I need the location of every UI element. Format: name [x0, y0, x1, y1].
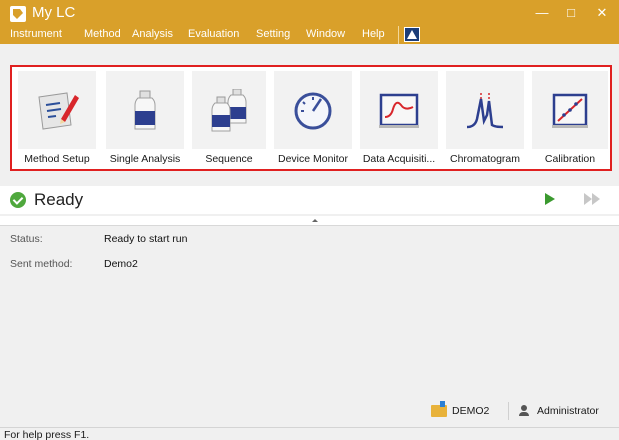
user-icon	[518, 405, 530, 417]
single-analysis-button[interactable]: Single Analysis	[102, 67, 188, 169]
info-bar: DEMO2 Administrator	[0, 398, 619, 426]
tool-label: Method Setup	[24, 153, 90, 165]
title-row: My LC — □ ✕	[0, 0, 619, 24]
tool-tile	[274, 71, 352, 149]
data-acquisition-icon	[379, 93, 419, 128]
tool-tile	[532, 71, 608, 149]
project-name[interactable]: DEMO2	[452, 405, 489, 417]
menu-divider	[398, 26, 399, 44]
chromatogram-button[interactable]: Chromatogram	[442, 67, 528, 169]
single-analysis-icon	[134, 90, 156, 130]
sequence-icon	[211, 89, 247, 132]
status-label: Status:	[10, 233, 43, 245]
start-run-button[interactable]	[545, 193, 555, 205]
tool-tile	[18, 71, 96, 149]
sent-method-label: Sent method:	[10, 258, 73, 270]
menu-setting[interactable]: Setting	[256, 27, 290, 41]
check-circle-icon	[10, 192, 26, 208]
brand-logo-icon[interactable]	[404, 27, 420, 42]
tool-label: Device Monitor	[277, 153, 349, 165]
method-setup-icon	[38, 92, 79, 130]
launcher-toolbar: Method Setup Single Analysis Sequence De…	[10, 65, 612, 171]
maximize-button[interactable]: □	[557, 4, 585, 22]
fast-forward-button[interactable]	[584, 193, 602, 205]
user-name[interactable]: Administrator	[537, 405, 599, 417]
info-divider	[508, 402, 509, 420]
tool-label: Calibration	[544, 153, 596, 165]
status-value: Ready to start run	[104, 233, 188, 245]
app-logo-icon	[10, 6, 26, 22]
tool-tile	[360, 71, 438, 149]
data-acquisition-button[interactable]: Data Acquisiti...	[356, 67, 442, 169]
sent-method-value: Demo2	[104, 258, 138, 270]
window-title: My LC	[32, 4, 76, 21]
tool-tile	[106, 71, 184, 149]
tool-label: Chromatogram	[449, 153, 521, 165]
calibration-icon	[552, 93, 588, 128]
chromatogram-icon	[466, 93, 504, 129]
panel-splitter[interactable]	[0, 216, 619, 226]
tool-label: Data Acquisiti...	[362, 153, 436, 165]
run-status-bar: Ready	[0, 186, 619, 214]
menu-instrument[interactable]: Instrument	[10, 27, 62, 41]
menu-bar: Instrument Method Analysis Evaluation Se…	[0, 24, 619, 44]
sequence-button[interactable]: Sequence	[188, 67, 270, 169]
minimize-button[interactable]: —	[528, 4, 556, 22]
menu-analysis[interactable]: Analysis	[132, 27, 173, 41]
details-panel: Status: Ready to start run Sent method: …	[0, 227, 619, 427]
title-bar: My LC — □ ✕ Instrument Method Analysis E…	[0, 0, 619, 44]
menu-help[interactable]: Help	[362, 27, 385, 41]
collapse-arrow-icon[interactable]	[312, 219, 318, 222]
help-text: For help press F1.	[4, 429, 90, 440]
device-monitor-icon	[294, 92, 332, 130]
menu-window[interactable]: Window	[306, 27, 345, 41]
close-button[interactable]: ✕	[588, 4, 616, 22]
project-folder-icon	[431, 401, 447, 417]
help-status-bar: For help press F1.	[0, 427, 619, 440]
menu-evaluation[interactable]: Evaluation	[188, 27, 239, 41]
device-monitor-button[interactable]: Device Monitor	[270, 67, 356, 169]
ready-status: Ready	[34, 190, 84, 209]
tool-label: Sequence	[205, 153, 253, 165]
tool-tile	[192, 71, 266, 149]
menu-method[interactable]: Method	[84, 27, 121, 41]
calibration-button[interactable]: Calibration	[528, 67, 612, 169]
tool-tile	[446, 71, 524, 149]
method-setup-button[interactable]: Method Setup	[14, 67, 100, 169]
tool-label: Single Analysis	[109, 153, 181, 165]
